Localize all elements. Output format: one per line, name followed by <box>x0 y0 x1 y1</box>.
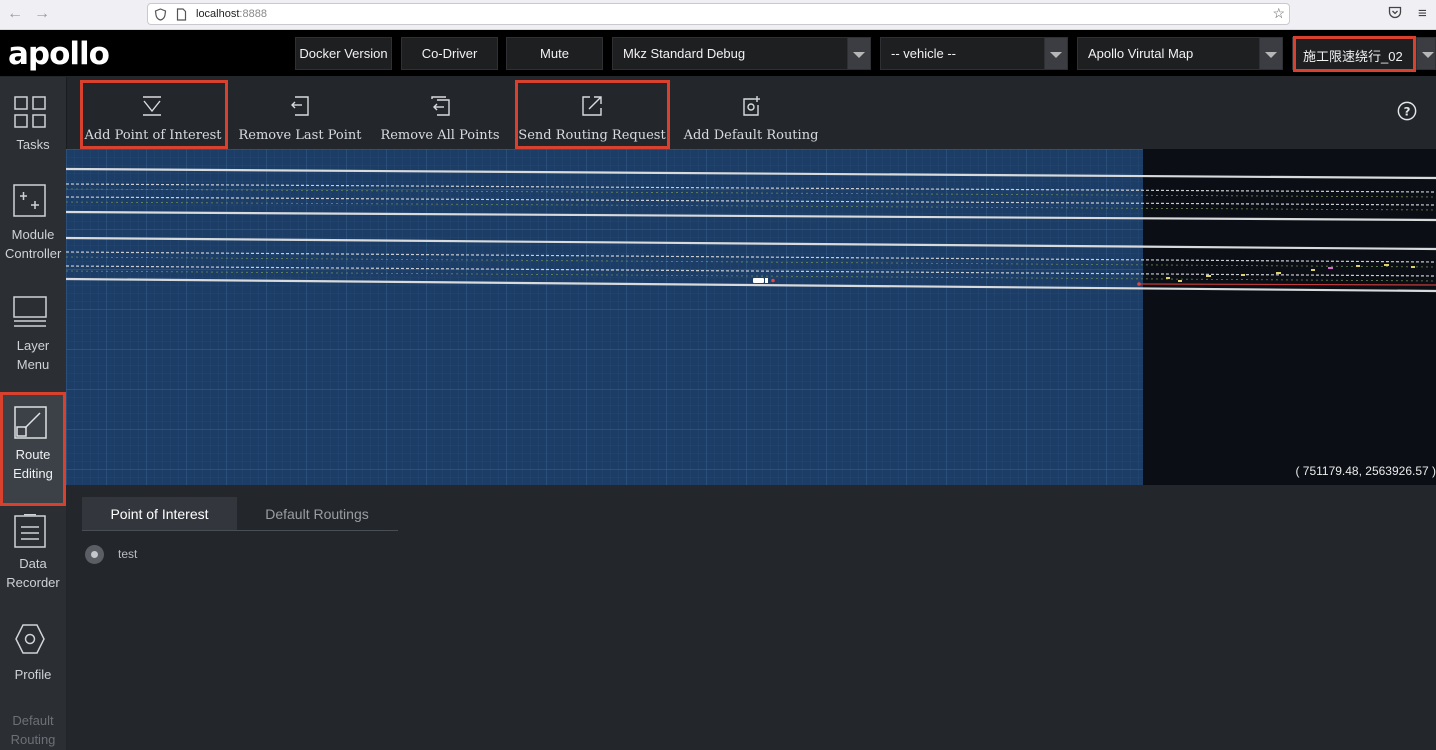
bookmark-star-icon[interactable]: ☆ <box>1272 5 1285 22</box>
module-controller-icon <box>13 184 46 217</box>
remove-all-points-button[interactable]: Remove All Points <box>380 77 500 149</box>
chevron-down-icon <box>1259 38 1282 69</box>
help-icon[interactable]: ? <box>1397 101 1417 121</box>
highlight-box-route-editing <box>0 392 66 506</box>
hamburger-menu-icon[interactable]: ≡ <box>1418 5 1427 22</box>
tab-point-of-interest[interactable]: Point of Interest <box>82 497 237 530</box>
tool-label: Remove All Points <box>380 128 500 143</box>
add-default-routing-icon <box>743 96 760 116</box>
map-select[interactable]: Apollo Virutal Map <box>1077 37 1283 70</box>
mute-button[interactable]: Mute <box>506 37 603 70</box>
tab-default-routings[interactable]: Default Routings <box>237 497 397 530</box>
highlight-box-scenario <box>1293 36 1416 72</box>
pocket-icon[interactable] <box>1388 6 1402 19</box>
tool-label: Add Default Routing <box>683 128 819 143</box>
hexagon-icon <box>15 624 45 654</box>
grid-icon <box>14 96 46 128</box>
map-view[interactable] <box>66 149 1436 485</box>
mode-select-value: Mkz Standard Debug <box>623 46 746 61</box>
sidebar-item-data-recorder[interactable]: Data Recorder <box>0 506 66 606</box>
page-icon <box>176 8 187 21</box>
poi-name: test <box>118 547 138 561</box>
browser-toolbar: ← → localhost:8888 ☆ ≡ <box>0 0 1436 30</box>
vehicle-select[interactable]: -- vehicle -- <box>880 37 1068 70</box>
chevron-down-icon <box>1044 38 1067 69</box>
tool-label: Remove Last Point <box>238 128 362 143</box>
chevron-down-icon <box>847 38 870 69</box>
map-select-value: Apollo Virutal Map <box>1088 46 1194 61</box>
shield-icon <box>154 8 167 21</box>
url-bar[interactable]: localhost:8888 ☆ <box>147 3 1290 25</box>
highlight-box-add-poi <box>80 80 228 149</box>
mode-select[interactable]: Mkz Standard Debug <box>612 37 871 70</box>
sidebar-item-label: Data Recorder <box>6 556 60 590</box>
sidebar-item-default-routing[interactable]: Default Routing <box>0 700 66 750</box>
remove-all-icon <box>431 96 450 116</box>
layer-menu-icon <box>13 296 47 327</box>
back-arrow-icon[interactable]: ← <box>7 5 23 23</box>
grid-lines <box>66 149 1143 485</box>
sidebar-item-label: Tasks <box>16 137 50 152</box>
sidebar-item-tasks[interactable]: Tasks <box>0 77 66 165</box>
highlight-box-send-routing <box>515 80 670 149</box>
sidebar-item-label: Default Routing <box>10 713 56 747</box>
data-recorder-icon <box>14 514 46 548</box>
map-canvas[interactable] <box>66 149 1436 485</box>
forward-arrow-icon[interactable]: → <box>34 5 50 23</box>
remove-last-icon <box>291 96 309 116</box>
sidebar-item-label: Layer Menu <box>16 338 50 372</box>
apollo-logo: apollo <box>8 36 110 72</box>
sidebar-item-profile[interactable]: Profile <box>0 608 66 696</box>
radio-button[interactable] <box>85 545 104 564</box>
sidebar-item-layer-menu[interactable]: Layer Menu <box>0 279 66 389</box>
docker-version-button[interactable]: Docker Version <box>295 37 392 70</box>
url-text: localhost:8888 <box>196 8 267 20</box>
add-default-routing-button[interactable]: Add Default Routing <box>683 77 819 149</box>
tab-underline <box>82 530 398 531</box>
map-coordinates: ( 751179.48, 2563926.57 ) <box>1295 464 1436 478</box>
sidebar-item-label: Profile <box>14 667 52 682</box>
sidebar-item-label: Module Controller <box>5 227 62 261</box>
chevron-down-icon <box>1416 38 1435 69</box>
co-driver-button[interactable]: Co-Driver <box>401 37 498 70</box>
vehicle-select-value: -- vehicle -- <box>891 46 957 61</box>
svg-text:?: ? <box>1404 105 1411 119</box>
remove-last-point-button[interactable]: Remove Last Point <box>238 77 362 149</box>
sidebar-item-module-controller[interactable]: Module Controller <box>0 167 66 277</box>
